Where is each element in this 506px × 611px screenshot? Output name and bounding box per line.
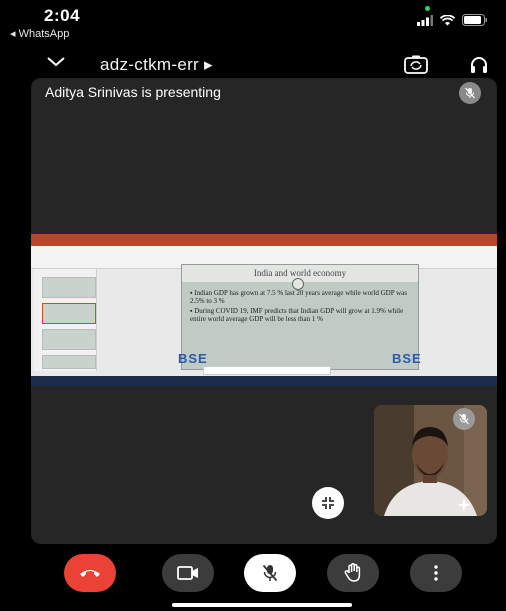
slide-title: India and world economy — [253, 268, 347, 278]
effects-sparkle-icon[interactable] — [455, 496, 473, 514]
camera-toggle-button[interactable] — [162, 554, 214, 592]
shared-screen: India and world economy ▪ Indian GDP has… — [31, 234, 497, 386]
switch-camera-icon[interactable] — [404, 55, 428, 75]
status-icons — [417, 14, 488, 26]
end-call-button[interactable] — [64, 554, 116, 592]
bse-logo: BSE — [392, 351, 422, 366]
minimize-chevron-icon[interactable] — [46, 56, 66, 68]
home-indicator[interactable] — [172, 603, 352, 607]
camera-in-use-indicator — [425, 6, 430, 11]
hang-up-icon — [80, 570, 100, 577]
slide-thumbnail — [42, 355, 96, 369]
meeting-code[interactable]: adz-ctkm-err ▸ — [100, 55, 213, 75]
raise-hand-button[interactable] — [327, 554, 379, 592]
wifi-icon — [440, 14, 455, 25]
sharing-notification-bar — [203, 366, 331, 375]
app-titlebar — [31, 234, 497, 246]
video-camera-icon — [177, 566, 198, 580]
presenter-label: Aditya Srinivas is presenting — [45, 84, 221, 100]
slide-thumbnail — [42, 329, 96, 350]
back-to-whatsapp-link[interactable]: ◂ WhatsApp — [10, 27, 69, 40]
presenter-muted-icon — [459, 82, 481, 104]
audio-output-icon[interactable] — [469, 55, 489, 75]
slide-thumbnails — [34, 269, 97, 371]
self-muted-icon — [453, 408, 475, 430]
current-slide: India and world economy ▪ Indian GDP has… — [178, 264, 422, 370]
bse-logo: BSE — [178, 351, 208, 366]
slide-bullet: ▪ Indian GDP has grown at 7.5 % last 20 … — [190, 289, 407, 305]
collapse-icon — [322, 497, 334, 509]
battery-icon — [462, 14, 487, 26]
status-time: 2:04 — [44, 6, 81, 25]
more-options-button[interactable] — [410, 554, 462, 592]
mic-off-icon — [262, 564, 278, 582]
hand-icon — [344, 563, 361, 582]
signal-icon — [417, 14, 433, 26]
mic-toggle-button[interactable] — [244, 554, 296, 592]
windows-taskbar — [31, 376, 497, 386]
slide-bullet: ▪ During COVID 19, IMF predicts that Ind… — [190, 307, 404, 323]
unpin-presentation-button[interactable] — [312, 487, 344, 519]
more-vertical-icon — [434, 565, 438, 581]
slide-thumbnail — [42, 303, 96, 324]
slide-thumbnail — [42, 277, 96, 298]
